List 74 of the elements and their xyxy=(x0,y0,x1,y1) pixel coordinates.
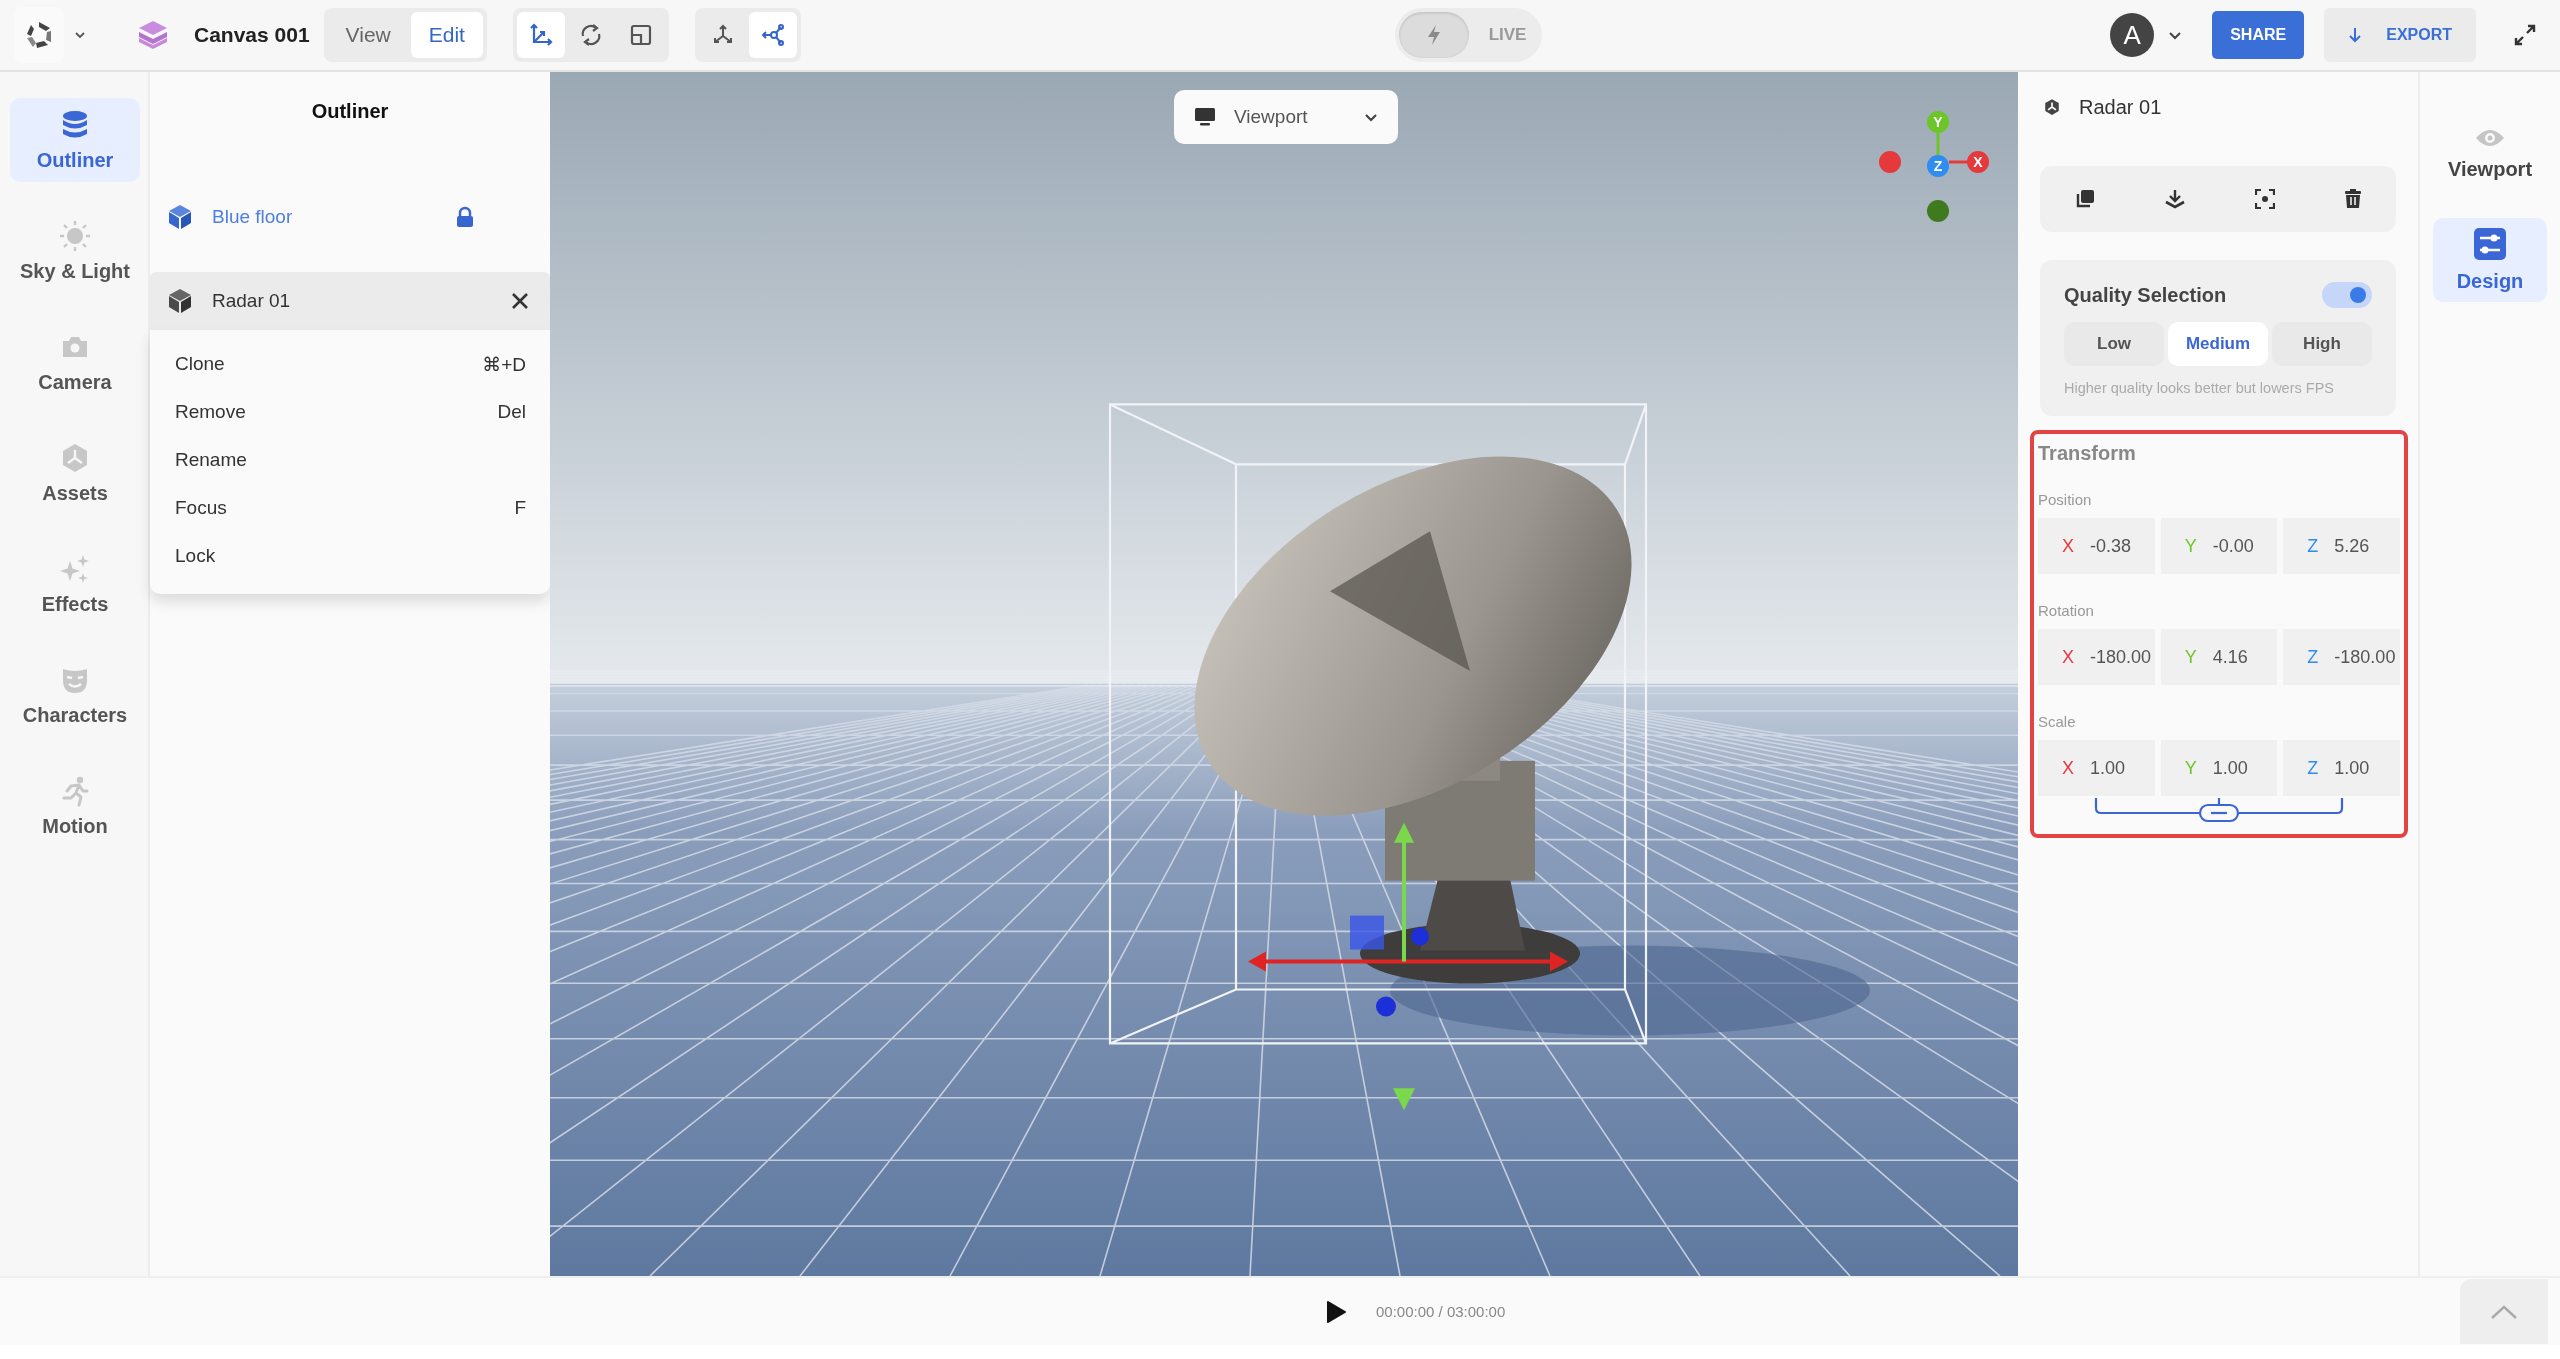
number-field[interactable]: X -0.38 xyxy=(2038,518,2155,574)
number-field[interactable]: Z 5.26 xyxy=(2283,518,2400,574)
sun-icon xyxy=(59,219,91,252)
number-field[interactable]: Z -180.00 xyxy=(2283,629,2400,685)
sidebar-tab[interactable]: Outliner xyxy=(10,98,140,182)
move-gizmo-drawing[interactable] xyxy=(1248,822,1568,1111)
nodes-icon xyxy=(759,22,786,48)
sidebar-tab[interactable]: Effects xyxy=(10,542,140,626)
quality-option[interactable]: Medium xyxy=(2168,322,2268,366)
fullscreen-icon[interactable] xyxy=(2512,22,2538,48)
menu-item[interactable]: Remove Del xyxy=(150,388,550,436)
eye-icon xyxy=(2475,127,2505,148)
sidebar-tab[interactable]: Sky & Light xyxy=(10,209,140,293)
outliner-item[interactable]: Blue floor xyxy=(150,188,550,246)
play-icon[interactable] xyxy=(1325,1299,1347,1324)
number-field[interactable]: Y -0.00 xyxy=(2160,518,2278,574)
number-field[interactable]: X -180.00 xyxy=(2038,629,2155,685)
close-icon[interactable] xyxy=(510,291,530,311)
export-button[interactable]: EXPORT xyxy=(2324,8,2476,62)
caret-icon[interactable] xyxy=(2168,30,2183,40)
local-space-button[interactable] xyxy=(748,12,797,58)
hint-text: Higher quality looks better but lowers FPS xyxy=(2064,380,2335,396)
menu-item[interactable]: Lock xyxy=(150,532,550,580)
focus-icon[interactable] xyxy=(2254,189,2275,209)
copy-icon[interactable] xyxy=(2074,189,2095,209)
quality-option[interactable]: High xyxy=(2272,322,2372,366)
cube-icon xyxy=(168,288,192,314)
sidebar-tab[interactable]: Motion xyxy=(10,764,140,848)
mode-tab[interactable]: Edit xyxy=(410,12,483,58)
lock-icon[interactable] xyxy=(456,206,474,228)
chevron-down-icon xyxy=(1364,112,1378,122)
chevron-up-icon xyxy=(2489,1303,2519,1320)
caret-icon[interactable] xyxy=(74,31,86,39)
timecode: 00:00:00 / 03:00:00 xyxy=(1376,1303,1506,1320)
move-tool-button[interactable] xyxy=(516,12,565,58)
number-field[interactable]: X 1.00 xyxy=(2038,740,2155,796)
mode-tab[interactable]: View xyxy=(327,12,409,58)
user-avatar[interactable]: A xyxy=(2110,13,2155,57)
axis-line xyxy=(1949,160,1968,164)
hexagon-icon xyxy=(2043,98,2061,116)
panel-tab[interactable]: Viewport xyxy=(2433,112,2547,196)
download-icon xyxy=(2348,26,2363,44)
panel-title: Outliner xyxy=(310,99,390,124)
document-title: Canvas 001 xyxy=(194,23,310,47)
field-group-label: Scale xyxy=(2038,713,2077,730)
menu-item[interactable]: Focus F xyxy=(150,484,550,532)
panel-tab[interactable]: Design xyxy=(2433,218,2547,302)
sidebar-tab[interactable]: Camera xyxy=(10,320,140,404)
cube-icon xyxy=(168,204,192,230)
axis-line xyxy=(1936,133,1940,155)
toggle-switch[interactable] xyxy=(2322,282,2372,308)
number-field[interactable]: Y 1.00 xyxy=(2160,740,2278,796)
sidebar-tab[interactable]: Assets xyxy=(10,431,140,515)
monitor-icon xyxy=(1194,107,1216,127)
number-field[interactable]: Y 4.16 xyxy=(2160,629,2278,685)
live-label: LIVE xyxy=(1488,25,1527,45)
sliders-icon xyxy=(2474,227,2506,260)
menu-item[interactable]: Rename xyxy=(150,436,550,484)
field-group-label: Rotation xyxy=(2038,602,2095,619)
outliner-item[interactable]: Radar 01 xyxy=(150,272,550,330)
section-title: Transform xyxy=(2038,442,2137,465)
download-icon[interactable] xyxy=(2163,189,2186,209)
lightning-icon xyxy=(1425,24,1442,46)
view-dropdown[interactable]: Viewport xyxy=(1174,90,1398,144)
trash-icon[interactable] xyxy=(2343,189,2362,209)
layers-icon[interactable] xyxy=(136,19,170,51)
field-group-label: Position xyxy=(2038,491,2093,508)
sidebar-tab[interactable]: Characters xyxy=(10,653,140,737)
quality-option[interactable]: Low xyxy=(2064,322,2164,366)
share-button[interactable]: SHARE xyxy=(2212,11,2305,59)
section-title: Quality Selection xyxy=(2064,283,2227,307)
number-field[interactable]: Z 1.00 xyxy=(2283,740,2400,796)
menu-item[interactable]: Clone ⌘+D xyxy=(150,340,550,388)
object-title: Radar 01 xyxy=(2079,95,2162,119)
